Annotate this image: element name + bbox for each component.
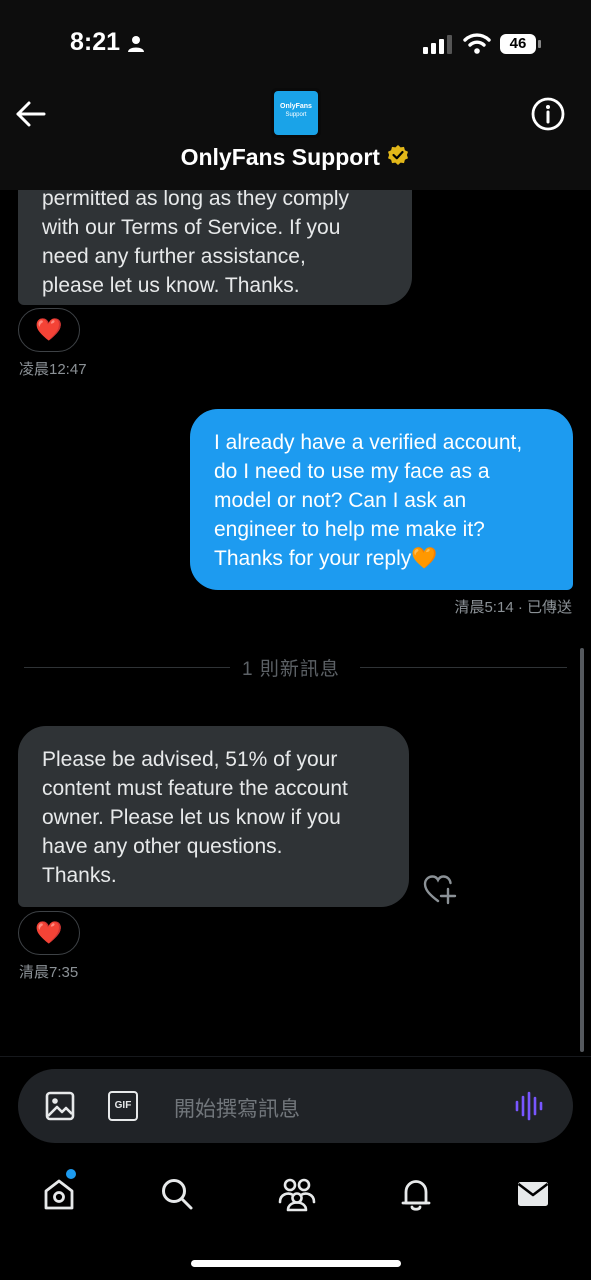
reaction-heart[interactable]: ❤️ xyxy=(18,911,80,955)
composer-bar: GIF 開始撰寫訊息 xyxy=(0,1056,591,1156)
people-icon xyxy=(278,1178,316,1212)
tab-messages[interactable] xyxy=(511,1174,555,1214)
search-icon xyxy=(162,1179,193,1210)
divider-line xyxy=(24,667,230,668)
avatar-brand-text: OnlyFans xyxy=(280,103,312,110)
bottom-tab-bar xyxy=(0,1156,591,1280)
message-line: Thanks. xyxy=(42,864,117,887)
conversation-title[interactable]: OnlyFans Support xyxy=(181,144,380,170)
message-bubble-incoming[interactable]: Please be advised, 51% of your content m… xyxy=(18,726,409,907)
message-bubble-outgoing[interactable]: I already have a verified account, do I … xyxy=(190,409,573,590)
message-input[interactable]: 開始撰寫訊息 xyxy=(174,1093,300,1123)
heart-reaction-icon: ❤️ xyxy=(35,920,63,945)
info-button[interactable] xyxy=(530,96,566,132)
tab-search[interactable] xyxy=(155,1174,199,1214)
home-indicator[interactable] xyxy=(191,1260,401,1267)
reaction-heart[interactable]: ❤️ xyxy=(18,308,80,352)
message-line: have any other questions. xyxy=(42,835,283,858)
avatar-sub-text: Support xyxy=(285,112,307,118)
status-bar: 8:21 46 xyxy=(0,0,591,80)
info-icon xyxy=(531,97,565,131)
divider-line xyxy=(360,667,567,668)
tab-communities[interactable] xyxy=(275,1174,319,1214)
status-time: 8:21 xyxy=(70,28,121,56)
message-line: please let us know. Thanks. xyxy=(42,274,300,297)
tab-notifications[interactable] xyxy=(394,1174,438,1214)
message-composer[interactable]: GIF 開始撰寫訊息 xyxy=(18,1069,573,1143)
battery-level: 46 xyxy=(509,35,527,52)
media-button[interactable] xyxy=(45,1091,75,1121)
gif-icon: GIF xyxy=(114,1100,132,1111)
voice-message-button[interactable] xyxy=(514,1091,544,1121)
back-button[interactable] xyxy=(14,97,48,131)
image-icon xyxy=(45,1091,75,1121)
message-line: engineer to help me make it? xyxy=(214,518,485,541)
message-line: Please be advised, 51% of your xyxy=(42,748,338,771)
message-line: with our Terms of Service. If you xyxy=(42,216,341,239)
message-line: I already have a verified account, xyxy=(214,431,523,454)
arrow-left-icon xyxy=(16,101,46,127)
conversation-title-wrap: OnlyFans Support xyxy=(0,144,591,171)
gif-button[interactable]: GIF xyxy=(108,1091,138,1121)
message-timestamp: 凌晨12:47 xyxy=(19,361,87,378)
bell-icon xyxy=(401,1180,431,1211)
message-line: need any further assistance, xyxy=(42,245,306,268)
message-line: content must feature the account xyxy=(42,777,348,800)
verified-badge-icon xyxy=(388,145,409,165)
add-reaction-button[interactable] xyxy=(422,873,458,907)
message-line: owner. Please let us know if you xyxy=(42,806,341,829)
scrollbar[interactable] xyxy=(580,648,584,1052)
battery-icon: 46 xyxy=(500,34,536,54)
message-line: model or not? Can I ask an xyxy=(214,489,467,512)
home-icon xyxy=(44,1179,74,1210)
person-icon xyxy=(128,36,144,52)
tab-home[interactable] xyxy=(37,1169,81,1214)
new-messages-divider: 1 則新訊息 xyxy=(242,659,340,680)
heart-plus-icon xyxy=(423,875,457,905)
message-timestamp: 清晨5:14 · 已傳送 xyxy=(454,599,572,616)
signal-icon xyxy=(423,35,452,54)
message-line: Thanks for your reply🧡 xyxy=(214,547,438,570)
message-line: do I need to use my face as a xyxy=(214,460,490,483)
avatar[interactable]: OnlyFans Support xyxy=(271,88,321,138)
conversation-header: OnlyFans Support OnlyFans Support xyxy=(0,80,591,190)
notification-dot xyxy=(66,1169,76,1179)
message-timestamp: 清晨7:35 xyxy=(19,964,79,981)
mail-icon xyxy=(517,1182,549,1206)
voice-waveform-icon xyxy=(515,1091,543,1121)
battery-cap xyxy=(538,40,541,48)
wifi-icon xyxy=(463,33,491,54)
heart-reaction-icon: ❤️ xyxy=(35,317,63,342)
